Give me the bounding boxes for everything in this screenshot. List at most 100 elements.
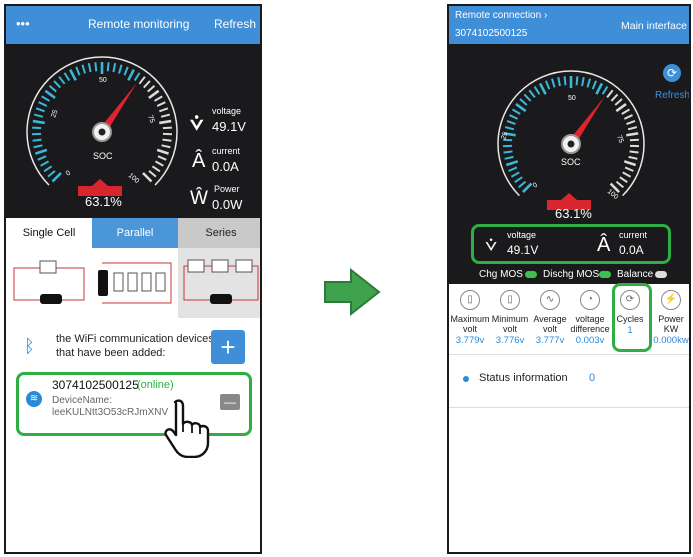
gauge-tick-mark [545, 80, 551, 90]
add-device-button[interactable]: + [211, 330, 245, 364]
gauge-tick-mark [143, 80, 151, 89]
remote-connection-link[interactable]: Remote connection › [455, 10, 547, 21]
chg-mos-toggle[interactable] [525, 271, 537, 278]
gauge-tick-mark [40, 160, 50, 167]
gauge-tick-mark [629, 138, 639, 142]
current-value: 0.0A [619, 243, 644, 257]
gauge-tick-mark [159, 107, 169, 113]
gauge-tick-mark [35, 148, 48, 155]
soc-percent: 63.1% [85, 194, 122, 209]
gauge-tick-mark [63, 72, 71, 82]
gauge-label: SOC [561, 157, 581, 167]
gauge-tick-mark [153, 95, 163, 102]
gauge-tick-75: 75 [146, 114, 155, 124]
gauge-tick-mark [35, 107, 45, 113]
status-section[interactable]: Status information 0 [449, 354, 689, 408]
gauge-tick-mark [148, 170, 157, 178]
gauge-tick-mark [53, 80, 61, 89]
gauge-tick-mark [151, 165, 161, 173]
gauge-tick-mark [510, 171, 520, 178]
gauge-tick-mark [623, 160, 637, 167]
gauge-tick-mark [112, 63, 117, 73]
gauge-tick-mark [521, 182, 533, 194]
gauge-tick-mark [619, 176, 628, 184]
gauge-tick-mark [557, 77, 561, 87]
remove-device-button[interactable]: — [220, 394, 240, 410]
wiring-diagrams [6, 248, 260, 318]
gauge-tick-mark [511, 108, 521, 115]
gauge-tick-mark [162, 126, 172, 130]
gauge-tick-mark [622, 171, 632, 178]
voltage-reading: ⩒ voltage 49.1V [485, 230, 539, 257]
gauge-tick-mark [118, 64, 123, 74]
gauge-tick-mark [586, 78, 591, 88]
battery-icon: ▯ [500, 290, 520, 310]
gauge-tick-mark [142, 172, 153, 183]
gauge-tick-mark [615, 102, 627, 113]
refresh-button[interactable]: Refresh [214, 17, 256, 31]
tab-series[interactable]: Series [178, 218, 260, 248]
gauge-tick-mark [505, 160, 519, 167]
gauge-tick-mark [591, 80, 597, 90]
refresh-button[interactable]: Refresh [655, 90, 689, 101]
bluetooth-icon: ᛒ [24, 336, 35, 356]
tab-parallel[interactable]: Parallel [92, 218, 178, 248]
right-header: Remote connection › 3074102500125 Main i… [449, 6, 689, 44]
main-interface-link[interactable]: Main interface › [621, 20, 689, 32]
gauge-tick-mark [533, 86, 541, 95]
gauge-tick-50: 50 [99, 77, 107, 84]
device-name-value: leeKULNtt3O53cRJmXNV [52, 407, 169, 418]
device-row[interactable]: ≋ 3074102500125 (online) DeviceName: lee… [20, 376, 248, 432]
gauge-tick-mark [538, 82, 547, 95]
gauge-tick-mark [581, 77, 585, 87]
gauge-hub-center [567, 140, 575, 148]
gauge-tick-75: 75 [615, 134, 624, 144]
metric-min-volt: ▯ Minimum volt 3.776v [490, 290, 530, 346]
gauge-tick-mark [32, 138, 42, 142]
gauge-tick-mark [33, 113, 44, 118]
power-value: 0.0W [212, 197, 243, 212]
gauge-tick-mark [626, 132, 639, 137]
gauge-tick-mark [503, 150, 513, 154]
gauge-tick-mark [133, 72, 141, 82]
mos-toggles: Chg MOS Dischg MOS Balance [479, 268, 689, 282]
gauge-tick-mark [44, 89, 56, 99]
gauge-tick-mark [614, 98, 623, 106]
voltage-icon: ⩒ [190, 110, 204, 135]
gauge-tick-100: 100 [127, 172, 141, 185]
dischg-mos-toggle[interactable] [599, 271, 611, 278]
gauge-tick-mark [48, 84, 57, 93]
gauge-tick-mark [47, 170, 56, 178]
gauge-tick-mark [606, 89, 614, 98]
refresh-icon[interactable]: ⟳ [663, 64, 681, 82]
gauge-tick-mark [127, 69, 135, 81]
gauge-tick-mark [161, 144, 171, 149]
gauge-tick-mark [41, 95, 51, 102]
left-dashboard: 25 50 75 0 100 SOC 63.1% ⩒ voltage 49.1V… [6, 44, 260, 218]
device-status: (online) [137, 379, 174, 391]
balance-toggle[interactable] [655, 271, 667, 278]
gauge-tick-mark [81, 64, 86, 74]
phone-right-screen: Remote connection › 3074102500125 Main i… [447, 4, 691, 554]
gauge-tick-mark [159, 119, 172, 125]
voltage-icon: ⩒ [485, 234, 498, 256]
gauge-tick-mark [43, 165, 53, 173]
gauge-tick-mark [509, 114, 519, 120]
gauge-tick-mark [528, 89, 536, 98]
gauge-tick-mark [515, 102, 527, 113]
gauge-tick-mark [162, 138, 172, 142]
tab-single-cell[interactable]: Single Cell [6, 218, 92, 248]
gauge-tick-mark [595, 82, 604, 95]
hand-pointer-icon [164, 399, 210, 458]
connection-tabs: Single Cell Parallel Series [6, 218, 260, 318]
gauge-tick-mark [508, 166, 518, 172]
gauge-tick-mark [37, 155, 47, 161]
current-icon: Â [192, 150, 206, 172]
header-device-id: 3074102500125 [455, 28, 528, 39]
menu-icon[interactable]: ••• [16, 16, 30, 31]
gauge-tick-mark [615, 180, 625, 189]
gauge-tick-mark [33, 144, 43, 149]
gauge-tick-0: 0 [532, 182, 540, 190]
power-icon: Ŵ [190, 188, 208, 209]
gauge-tick-mark [523, 93, 532, 102]
